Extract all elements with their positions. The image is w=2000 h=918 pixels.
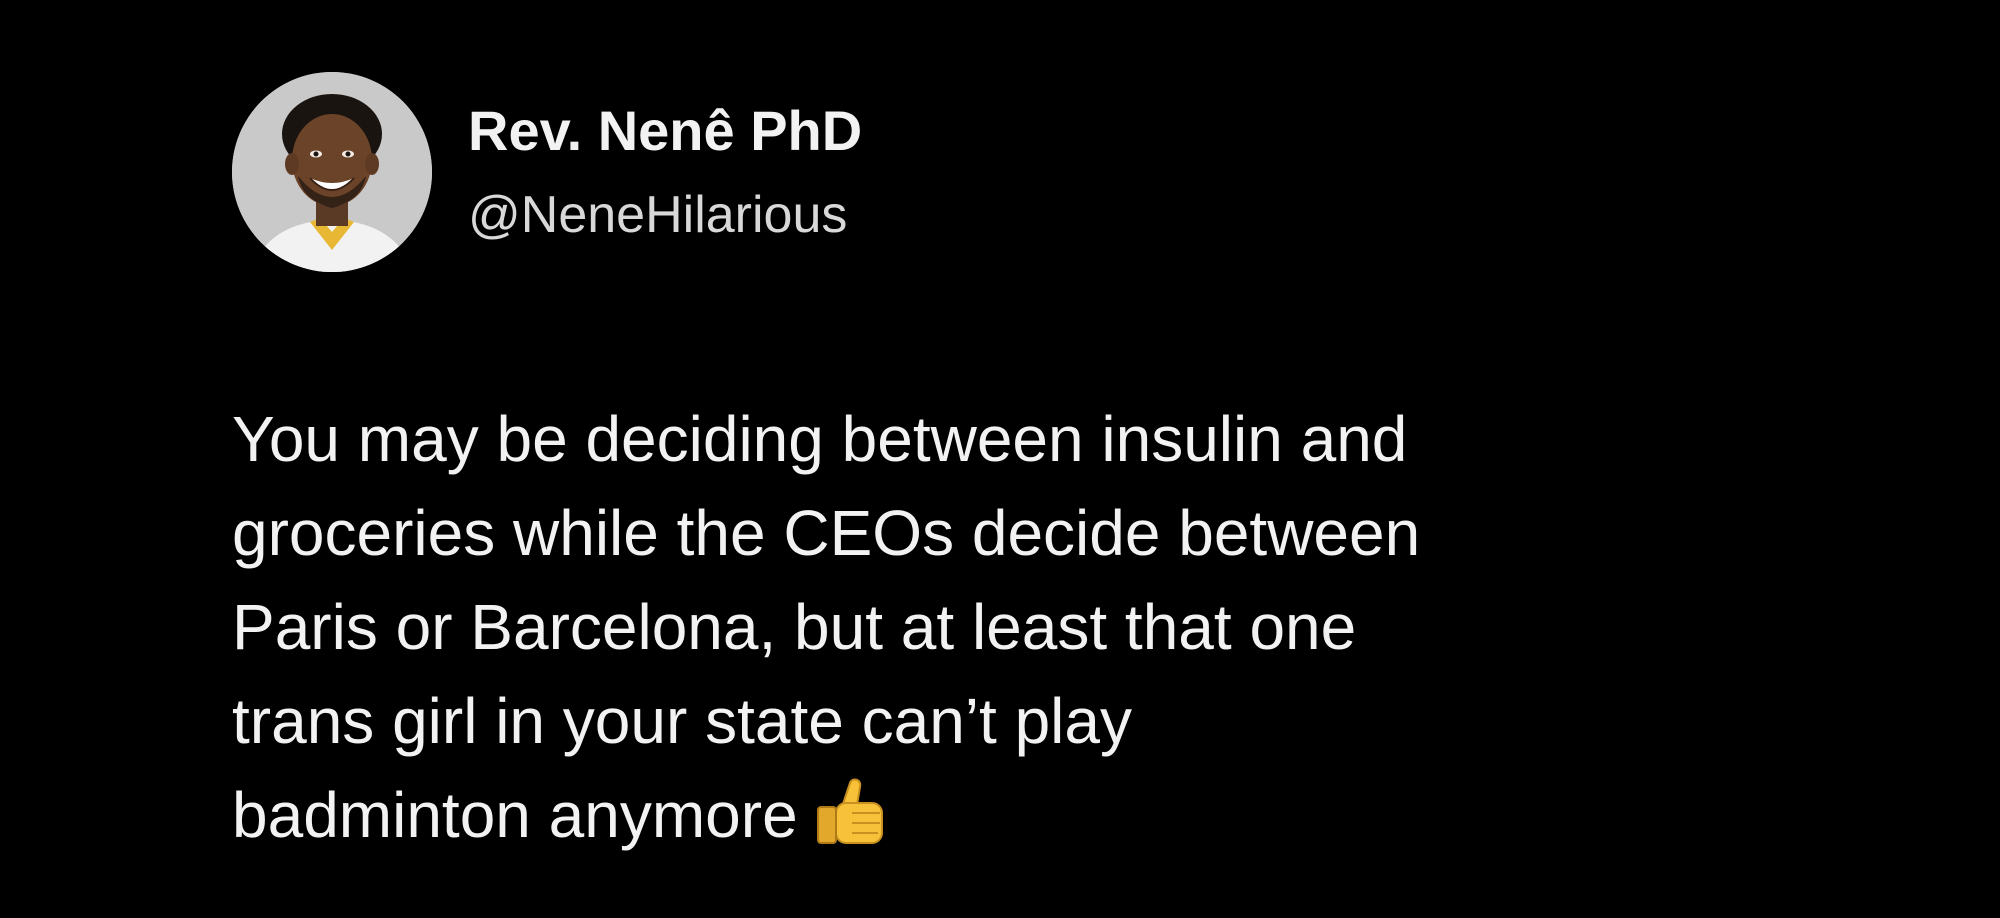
- avatar-photo-icon: [232, 72, 432, 272]
- avatar[interactable]: [232, 72, 432, 272]
- tweet-text-last-line: badminton anymore: [232, 768, 1692, 862]
- tweet-text-line: groceries while the CEOs decide between: [232, 497, 1421, 569]
- author-handle[interactable]: @NeneHilarious: [468, 180, 847, 250]
- tweet-text: You may be deciding between insulin and …: [232, 392, 1692, 862]
- author-display-name[interactable]: Rev. Nenê PhD: [468, 96, 862, 166]
- tweet-text-line: trans girl in your state can’t play: [232, 685, 1132, 757]
- tweet-text-line: badminton anymore: [232, 779, 798, 851]
- tweet-card: Rev. Nenê PhD @NeneHilarious You may be …: [0, 0, 2000, 918]
- tweet-text-line: Paris or Barcelona, but at least that on…: [232, 591, 1357, 663]
- tweet-text-line: You may be deciding between insulin and: [232, 403, 1408, 475]
- thumbs-up-icon: [812, 777, 890, 847]
